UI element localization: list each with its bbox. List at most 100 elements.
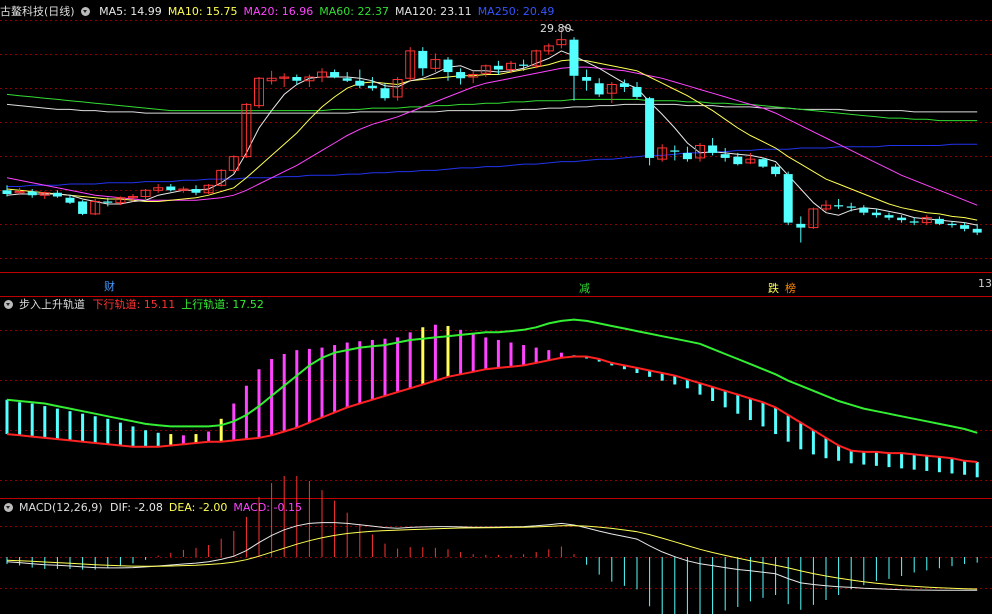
rail-bar: [282, 353, 286, 432]
rail-bar: [131, 426, 135, 447]
rail-bar: [144, 430, 148, 447]
rail-bar: [547, 350, 551, 361]
legend-header1-1: MA10: 15.75: [167, 5, 238, 18]
rail-bar: [534, 347, 538, 363]
candle-body: [834, 205, 844, 207]
rail-bar: [257, 369, 261, 438]
candle-body: [884, 215, 894, 218]
rail-bar: [484, 337, 488, 370]
candle-body: [909, 221, 919, 223]
candle-body: [103, 201, 113, 203]
settings-circle-icon[interactable]: [80, 7, 90, 16]
rail-bar: [874, 451, 878, 466]
rail-bar: [912, 454, 916, 470]
lower-rail-line: [6, 355, 978, 463]
candle-body: [380, 88, 390, 99]
rail-bar: [975, 462, 979, 478]
candle-body: [632, 86, 642, 97]
stock-name[interactable]: 古鳌科技(日线): [0, 5, 75, 18]
settings-circle-icon[interactable]: [4, 503, 13, 512]
candle-body: [78, 201, 88, 214]
indicator-name[interactable]: 步入上升轨道: [19, 298, 85, 311]
legend-header1-4: MA120: 23.11: [394, 5, 472, 18]
tag-bang[interactable]: 榜: [784, 282, 797, 295]
rail-bar: [887, 453, 891, 468]
rail-bar: [522, 345, 526, 366]
candle-body: [493, 65, 503, 70]
main-panel-header: 古鳌科技(日线) MA5: 14.99 MA10: 15.75 MA20: 16.9…: [0, 4, 560, 20]
candle-body: [859, 207, 869, 213]
rail-bar: [748, 398, 752, 421]
rail-bar: [333, 345, 337, 413]
rail-bar: [950, 458, 954, 474]
candle-body: [418, 50, 428, 69]
candle-body: [367, 85, 377, 89]
upper-rail-line: [6, 318, 978, 434]
candle-body: [191, 189, 201, 193]
legend-header1-3: MA60: 22.37: [319, 5, 389, 18]
rail-bar: [81, 413, 85, 442]
rail-bar: [509, 342, 513, 367]
tag-jian[interactable]: 减: [578, 282, 591, 295]
candle-body: [456, 72, 466, 79]
legend-header2-1: 上行轨道: 17.52: [181, 298, 264, 311]
rail-bar: [194, 434, 198, 443]
dif-line: [6, 522, 978, 591]
rail-bar: [496, 339, 500, 368]
rail-bar: [396, 337, 400, 393]
rail-bar: [862, 451, 866, 465]
settings-circle-icon[interactable]: [4, 300, 13, 309]
rail-bar: [169, 434, 173, 446]
rail-bar: [18, 402, 22, 436]
candle-body: [619, 83, 629, 87]
rail-bar: [43, 406, 47, 438]
candle-body: [166, 186, 176, 191]
rail-bar: [811, 430, 815, 455]
macd-panel-header: MACD(12,26,9) DIF: -2.08 DEA: -2.00 MACD: …: [0, 500, 308, 516]
rail-bar: [736, 394, 740, 414]
candle-body: [758, 159, 768, 167]
axis-edge-label: 13: [978, 277, 992, 290]
candle-body: [582, 77, 592, 81]
candle-body: [960, 225, 970, 229]
rail-bar: [118, 422, 122, 446]
candle-body: [708, 145, 718, 153]
tag-die[interactable]: 跌: [767, 282, 780, 295]
macd-name[interactable]: MACD(12,26,9): [19, 501, 103, 514]
candle-body: [519, 64, 529, 66]
legend-header1-2: MA20: 16.96: [243, 5, 314, 18]
rail-bar: [963, 460, 967, 475]
candle-body: [292, 77, 302, 81]
tag-cai[interactable]: 财: [103, 280, 116, 293]
rail-bar: [849, 450, 853, 464]
rail-bar: [446, 325, 450, 377]
candle-body: [783, 174, 793, 223]
candle-body: [733, 156, 743, 165]
rail-bar: [55, 408, 59, 440]
rail-bar: [711, 387, 715, 401]
rail-bar: [358, 341, 362, 404]
ma5-line: [6, 50, 978, 226]
rail-bar: [68, 411, 72, 441]
candle-body: [846, 206, 856, 208]
candle-body: [27, 191, 37, 196]
rail-bar: [307, 348, 311, 423]
candle-body: [52, 192, 62, 197]
rail-bar: [207, 431, 211, 442]
max-price-label: 29.80: [540, 22, 572, 35]
candle-body: [972, 228, 982, 233]
ma20-line: [6, 66, 978, 206]
rail-bar: [723, 390, 727, 408]
rail-bar: [421, 327, 425, 385]
legend-header1-0: MA5: 14.99: [99, 5, 162, 18]
candle-body: [330, 72, 340, 78]
ma60-line: [6, 93, 978, 122]
rail-bar: [937, 456, 941, 473]
rail-bar: [156, 432, 160, 447]
ma10-line: [6, 59, 978, 221]
candle-body: [934, 218, 944, 224]
rail-bar: [799, 422, 803, 450]
candle-body: [670, 150, 680, 152]
rail-bar: [900, 453, 904, 469]
rail-bar: [837, 445, 841, 461]
